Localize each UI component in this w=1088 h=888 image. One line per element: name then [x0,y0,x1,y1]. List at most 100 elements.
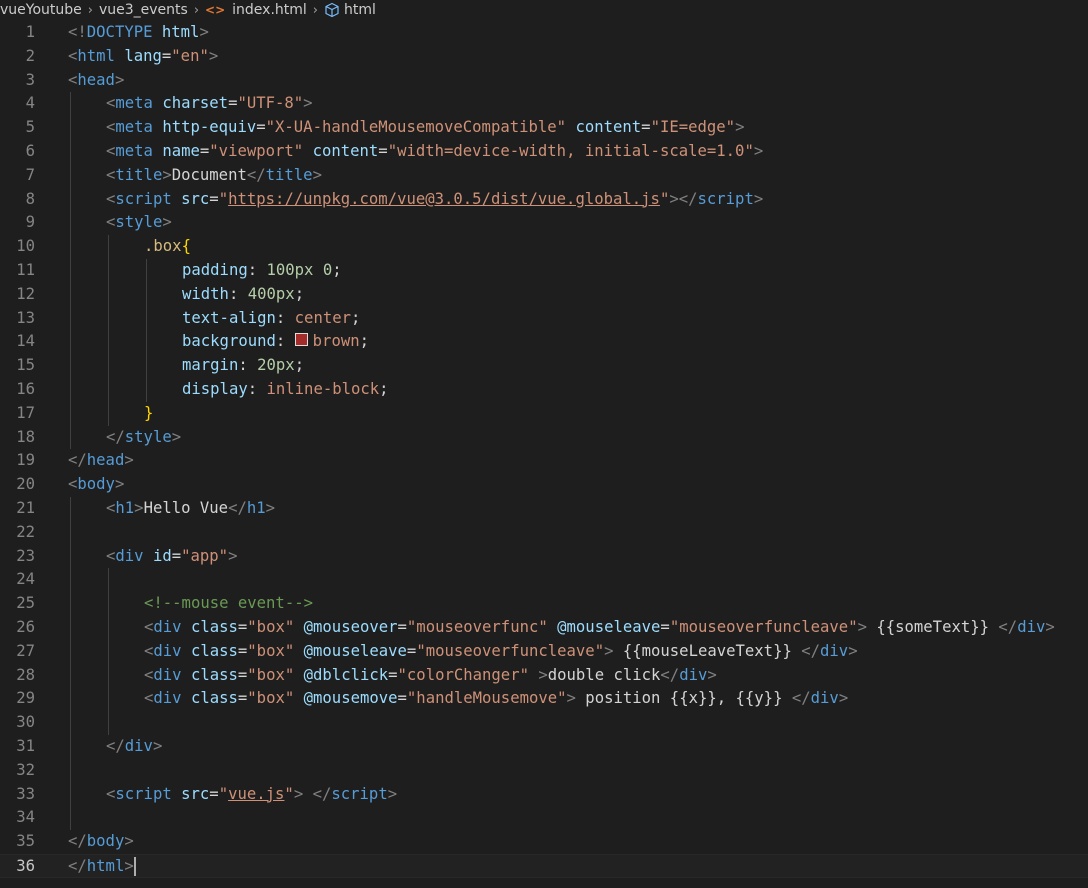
code-text: <!--mouse event--> [144,592,313,616]
code-token: > [124,451,134,470]
chevron-right-icon: › [312,2,318,18]
indent-guide [70,401,71,426]
code-token: content [575,118,642,137]
code-line[interactable]: 22 [0,520,1088,545]
code-token[interactable]: https://unpkg.com/vue@3.0.5/dist/vue.glo… [228,190,660,208]
code-line[interactable]: 13 text-align: center; [0,306,1088,331]
code-line[interactable]: 34 [0,806,1088,831]
code-token: </ [68,856,87,875]
code-token: ; [294,284,305,303]
code-token: head [86,451,125,470]
code-token: = [237,689,248,708]
code-token: > [1045,617,1055,636]
code-line[interactable]: 15 margin: 20px; [0,354,1088,378]
indent-guide [70,163,71,188]
code-token: = [209,784,219,803]
code-line[interactable]: 27 <div class="box" @mouseleave="mouseove… [0,639,1088,664]
indent-guide [70,377,71,402]
code-line[interactable]: 1 <!DOCTYPE html> [0,21,1088,45]
code-line[interactable]: 35 </body> [0,830,1088,854]
code-line[interactable]: 20 <body> [0,473,1088,497]
indent-guide [70,639,71,664]
breadcrumb-symbol[interactable]: html [324,2,376,18]
code-line[interactable]: 26 <div class="box" @mouseover="mouseover… [0,615,1088,640]
code-line[interactable]: 24 [0,568,1088,593]
breadcrumb-folder-vue3-events[interactable]: vue3_events [99,2,188,18]
indent-guide [70,330,71,355]
code-token: < [106,189,116,208]
line-number: 14 [16,332,35,351]
code-line[interactable]: 32 [0,758,1088,783]
indent-guide [146,330,147,355]
code-token: div [115,546,144,565]
code-line[interactable]: 21 <h1>Hello Vue</h1> [0,496,1088,521]
line-number: 26 [16,617,35,636]
code-line[interactable]: 9 <style> [0,211,1088,236]
code-token: < [144,689,154,708]
code-line[interactable]: 8 <script src="https://unpkg.com/vue@3.0.… [0,187,1088,212]
code-line[interactable]: 3 <head> [0,69,1088,93]
code-line[interactable]: 18 </style> [0,425,1088,450]
indent-guide [70,116,71,140]
code-token: {{someText}} [866,617,999,636]
line-number: 28 [16,665,35,684]
code-editor[interactable]: 1 <!DOCTYPE html> 2 <html lang="en"> 3 <head>… [0,21,1088,878]
code-token: "mouseoverfuncleave" [416,641,605,660]
code-line[interactable]: 7 <title>Document</title> [0,163,1088,188]
code-token: inline-block [266,379,380,398]
code-line[interactable]: 23 <div id="app"> [0,544,1088,569]
indent-guide [108,354,109,378]
code-token: > [114,70,125,89]
code-text: </body> [68,830,134,854]
code-line[interactable]: 6 <meta name="viewport" content="width=de… [0,139,1088,164]
code-text: <div class="box" @mouseover="mouseoverfu… [144,616,1055,640]
html-file-icon: <> [205,3,226,17]
code-token: < [106,94,116,113]
code-line[interactable]: 19 </head> [0,449,1088,473]
breadcrumb-file[interactable]: <> index.html [205,2,307,18]
code-text: <!DOCTYPE html> [68,21,209,45]
code-token: = [406,641,417,660]
line-number: 3 [25,70,35,89]
code-line[interactable]: 33 <script src="vue.js"> </script> [0,782,1088,807]
code-line[interactable]: 16 display: inline-block; [0,377,1088,402]
indent-guide [70,615,71,640]
code-line[interactable]: 25 <!--mouse event--> [0,592,1088,616]
code-token: http-equiv [162,118,257,137]
code-token: src [181,784,210,803]
code-token: : [228,284,248,303]
code-token: < [106,118,116,137]
code-line[interactable]: 28 <div class="box" @dblclick="colorChang… [0,663,1088,688]
code-line[interactable]: 5 <meta http-equiv="X-UA-handleMousemoveC… [0,116,1088,140]
code-token: ; [294,356,305,375]
code-line[interactable]: 29 <div class="box" @mousemove="handleMou… [0,687,1088,712]
code-line[interactable]: 30 [0,711,1088,735]
code-line[interactable]: 2 <html lang="en"> [0,45,1088,69]
code-token: "handleMousemove" [406,689,567,708]
indent-guide [70,425,71,450]
code-line[interactable]: 4 <meta charset="UTF-8"> [0,92,1088,117]
code-line[interactable]: 31 </div> [0,734,1088,759]
breadcrumb-folder-vueyoutube[interactable]: vueYoutube [0,2,82,18]
code-text: <script src="https://unpkg.com/vue@3.0.5… [106,188,763,212]
color-swatch-icon[interactable] [294,333,308,347]
code-token: meta [115,141,153,160]
code-line[interactable]: 36 </html> [0,853,1088,878]
code-line[interactable]: 11 padding: 100px 0; [0,258,1088,283]
code-token: background [182,332,276,351]
code-token: </ [106,427,125,446]
code-token[interactable]: vue.js [228,785,284,803]
line-number: 5 [25,118,35,137]
code-line[interactable]: 10 .box{ [0,235,1088,259]
indent-guide [70,282,71,307]
code-line[interactable]: 17} [0,401,1088,426]
code-token: div [153,665,182,684]
code-line[interactable]: 14 background: brown; [0,330,1088,355]
code-text: <h1>Hello Vue</h1> [106,497,275,521]
indent-guide [70,544,71,569]
code-line[interactable]: 12 width: 400px; [0,282,1088,307]
code-token: .box [144,237,182,256]
